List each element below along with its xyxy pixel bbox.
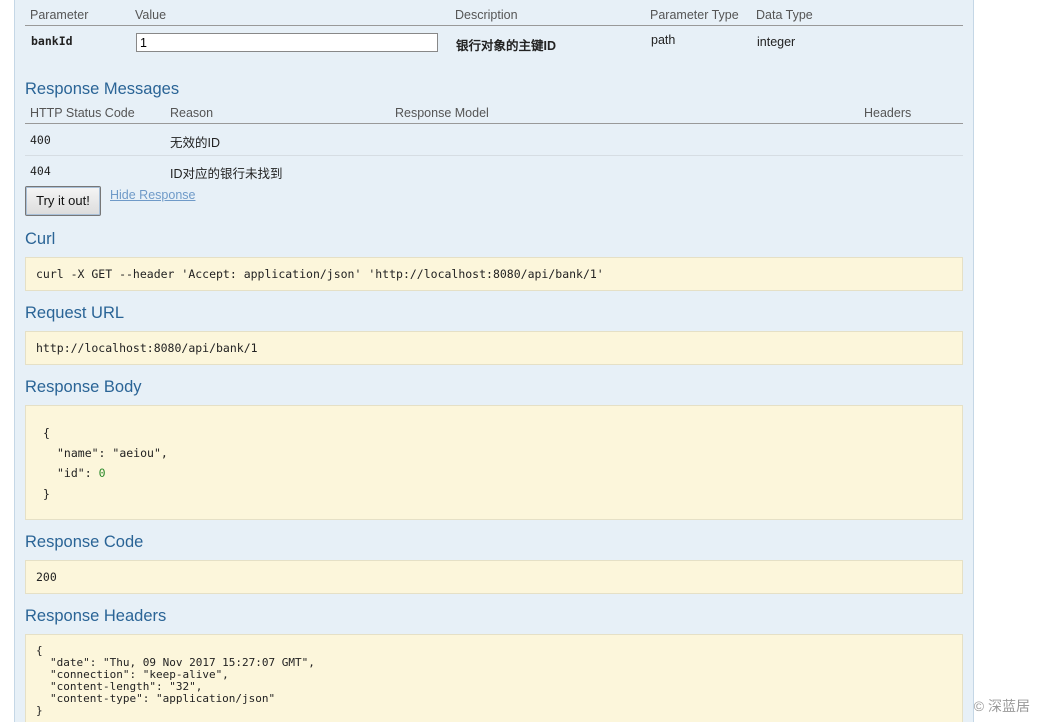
status-reason: ID对应的银行未找到 xyxy=(170,167,283,181)
response-headers-title: Response Headers xyxy=(25,607,167,625)
json-value: 0 xyxy=(98,466,106,480)
header-value: Value xyxy=(135,8,167,22)
headers-close-brace: } xyxy=(36,704,43,717)
parameter-data-type: integer xyxy=(757,35,796,49)
header-http-status-code: HTTP Status Code xyxy=(30,106,135,120)
operation-panel: Parameter Value Description Parameter Ty… xyxy=(14,0,974,722)
status-code: 404 xyxy=(30,164,51,178)
curl-command: curl -X GET --header 'Accept: applicatio… xyxy=(36,267,604,281)
try-it-out-button[interactable]: Try it out! xyxy=(25,186,101,216)
curl-box: curl -X GET --header 'Accept: applicatio… xyxy=(25,257,963,291)
status-reason: 无效的ID xyxy=(170,136,221,150)
parameter-description: 银行对象的主键ID xyxy=(456,39,557,53)
json-key: "id" xyxy=(57,466,85,480)
response-code-value: 200 xyxy=(36,570,57,584)
header-parameter-type: Parameter Type xyxy=(650,8,739,22)
json-open-brace: { xyxy=(43,426,50,440)
response-body-title: Response Body xyxy=(25,378,142,396)
header-reason: Reason xyxy=(170,106,214,120)
json-line-id: "id": 0 xyxy=(57,466,106,480)
json-line-name: "name": "aeiou", xyxy=(57,446,168,460)
request-url-text: http://localhost:8080/api/bank/1 xyxy=(36,341,258,355)
json-close-brace: } xyxy=(43,487,50,501)
request-url-box: http://localhost:8080/api/bank/1 xyxy=(25,331,963,365)
response-code-box: 200 xyxy=(25,560,963,594)
request-url-title: Request URL xyxy=(25,304,125,322)
table-row: 404 ID对应的银行未找到 xyxy=(25,156,963,184)
status-code: 400 xyxy=(30,133,51,147)
response-body-box: { "name": "aeiou", "id": 0 } xyxy=(25,405,963,520)
response-messages-header: HTTP Status Code Reason Response Model H… xyxy=(25,100,963,124)
header-description: Description xyxy=(455,8,518,22)
parameter-type: path xyxy=(651,33,676,47)
watermark: © 深蓝居 xyxy=(973,698,1030,714)
table-row: 400 无效的ID xyxy=(25,125,963,156)
response-code-title: Response Code xyxy=(25,533,144,551)
response-messages-title: Response Messages xyxy=(25,80,180,98)
header-line: "content-type": "application/json" xyxy=(50,692,276,705)
header-headers: Headers xyxy=(864,106,912,120)
parameter-name: bankId xyxy=(31,34,73,48)
header-parameter: Parameter xyxy=(30,8,89,22)
parameters-table-header: Parameter Value Description Parameter Ty… xyxy=(25,2,963,26)
bankid-value-input[interactable] xyxy=(136,33,438,52)
curl-title: Curl xyxy=(25,230,56,248)
hide-response-link[interactable]: Hide Response xyxy=(110,188,195,202)
header-response-model: Response Model xyxy=(395,106,489,120)
headers-open-brace: { xyxy=(36,644,43,657)
header-data-type: Data Type xyxy=(756,8,813,22)
json-key: "name" xyxy=(57,446,99,460)
json-value: "aeiou" xyxy=(112,446,161,460)
response-headers-box: { "date": "Thu, 09 Nov 2017 15:27:07 GMT… xyxy=(25,634,963,722)
